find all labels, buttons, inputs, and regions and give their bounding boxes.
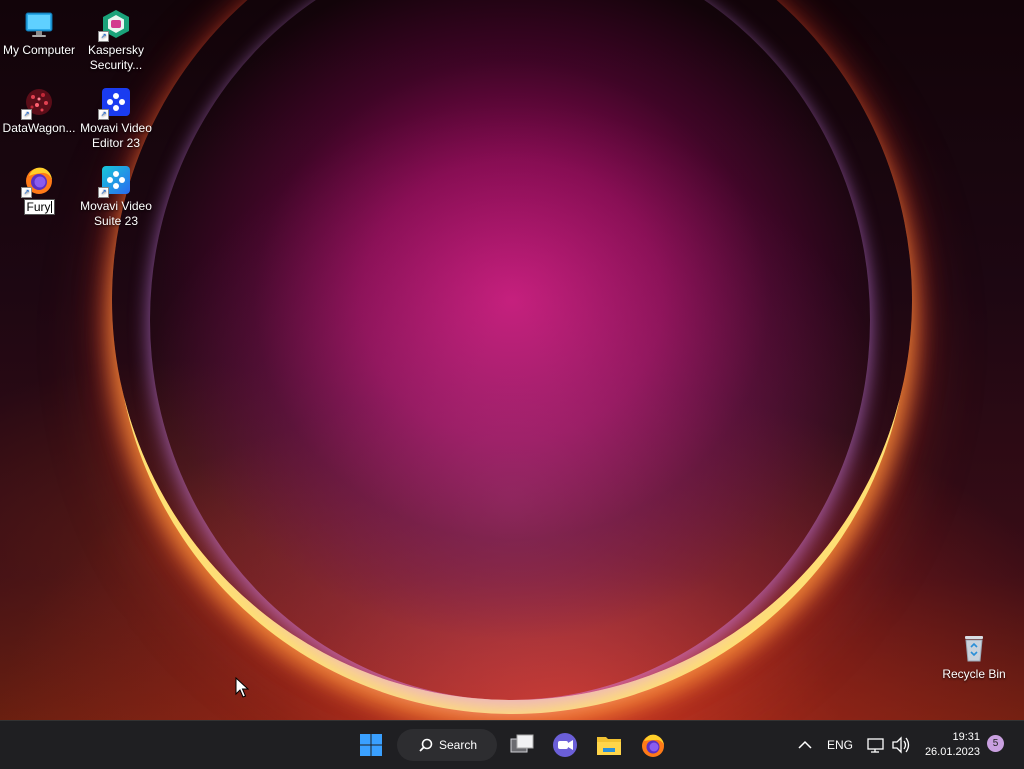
desktop-icon-label: My Computer: [2, 43, 76, 57]
kaspersky-icon: ↗: [98, 8, 132, 42]
network-icon: [867, 738, 884, 753]
monitor-icon: [23, 8, 55, 40]
desktop-icon-label: Kaspersky Security...: [87, 43, 145, 72]
desktop-icon-label: Movavi Video Editor 23: [80, 121, 152, 150]
chevron-up-icon: [798, 740, 812, 749]
shortcut-arrow-icon: ↗: [21, 109, 32, 120]
recycle-bin-icon: [958, 632, 990, 664]
desktop-icon-recycle-bin[interactable]: Recycle Bin: [936, 628, 1012, 682]
desktop-icon-movavi-editor[interactable]: ↗ Movavi Video Editor 23: [78, 82, 154, 151]
firefox-icon: [642, 734, 664, 757]
taskbar: Search ENG 19:31 26.01.2023: [0, 720, 1024, 769]
shortcut-arrow-icon: ↗: [21, 187, 32, 198]
speaker-icon: [892, 736, 910, 754]
shortcut-arrow-icon: ↗: [98, 187, 109, 198]
language-indicator[interactable]: ENG: [827, 738, 853, 752]
movavi-suite-icon: ↗: [98, 164, 132, 198]
firefox-taskbar-button[interactable]: [637, 729, 669, 761]
network-button[interactable]: [866, 729, 886, 761]
show-hidden-icons-button[interactable]: [794, 729, 816, 761]
file-explorer-icon: [597, 737, 621, 755]
shortcut-arrow-icon: ↗: [98, 109, 109, 120]
desktop-icon-movavi-suite[interactable]: ↗ Movavi Video Suite 23: [78, 160, 154, 229]
task-view-button[interactable]: [506, 729, 538, 761]
desktop-icon-kaspersky[interactable]: ↗ Kaspersky Security...: [78, 4, 154, 73]
datawagon-icon: ↗: [21, 86, 55, 120]
taskbar-search-button[interactable]: Search: [397, 729, 497, 761]
desktop-icon-datawagon[interactable]: ↗ DataWagon...: [1, 82, 77, 136]
desktop-wallpaper: My Computer ↗ Kaspersky Security... ↗ Da: [0, 0, 1024, 720]
start-button[interactable]: [355, 729, 387, 761]
shortcut-arrow-icon: ↗: [98, 31, 109, 42]
teams-chat-button[interactable]: [549, 729, 581, 761]
desktop-icon-my-computer[interactable]: My Computer: [1, 4, 77, 58]
notification-badge[interactable]: 5: [987, 735, 1004, 752]
start-icon: [360, 734, 382, 756]
search-label: Search: [439, 738, 478, 752]
desktop-icon-label: Recycle Bin: [942, 667, 1006, 681]
desktop-icon-label: DataWagon...: [2, 121, 76, 135]
movavi-editor-icon: ↗: [98, 86, 132, 120]
text-caret: [50, 201, 52, 213]
desktop-icon-firefox[interactable]: ↗ Fury: [1, 160, 77, 215]
task-view-icon: [510, 734, 534, 753]
clock-time: 19:31: [952, 731, 980, 743]
rename-input[interactable]: Fury: [23, 199, 55, 215]
rename-text: Fury: [26, 200, 51, 214]
volume-button[interactable]: [890, 729, 912, 761]
clock-button[interactable]: 19:31 26.01.2023: [925, 730, 980, 760]
file-explorer-button[interactable]: [593, 729, 625, 761]
clock-date: 26.01.2023: [924, 746, 980, 758]
mouse-cursor-icon: [235, 676, 250, 704]
teams-chat-icon: [553, 733, 577, 757]
search-icon: [419, 738, 433, 752]
firefox-icon: ↗: [21, 164, 55, 198]
desktop-icon-label: Movavi Video Suite 23: [80, 199, 152, 228]
